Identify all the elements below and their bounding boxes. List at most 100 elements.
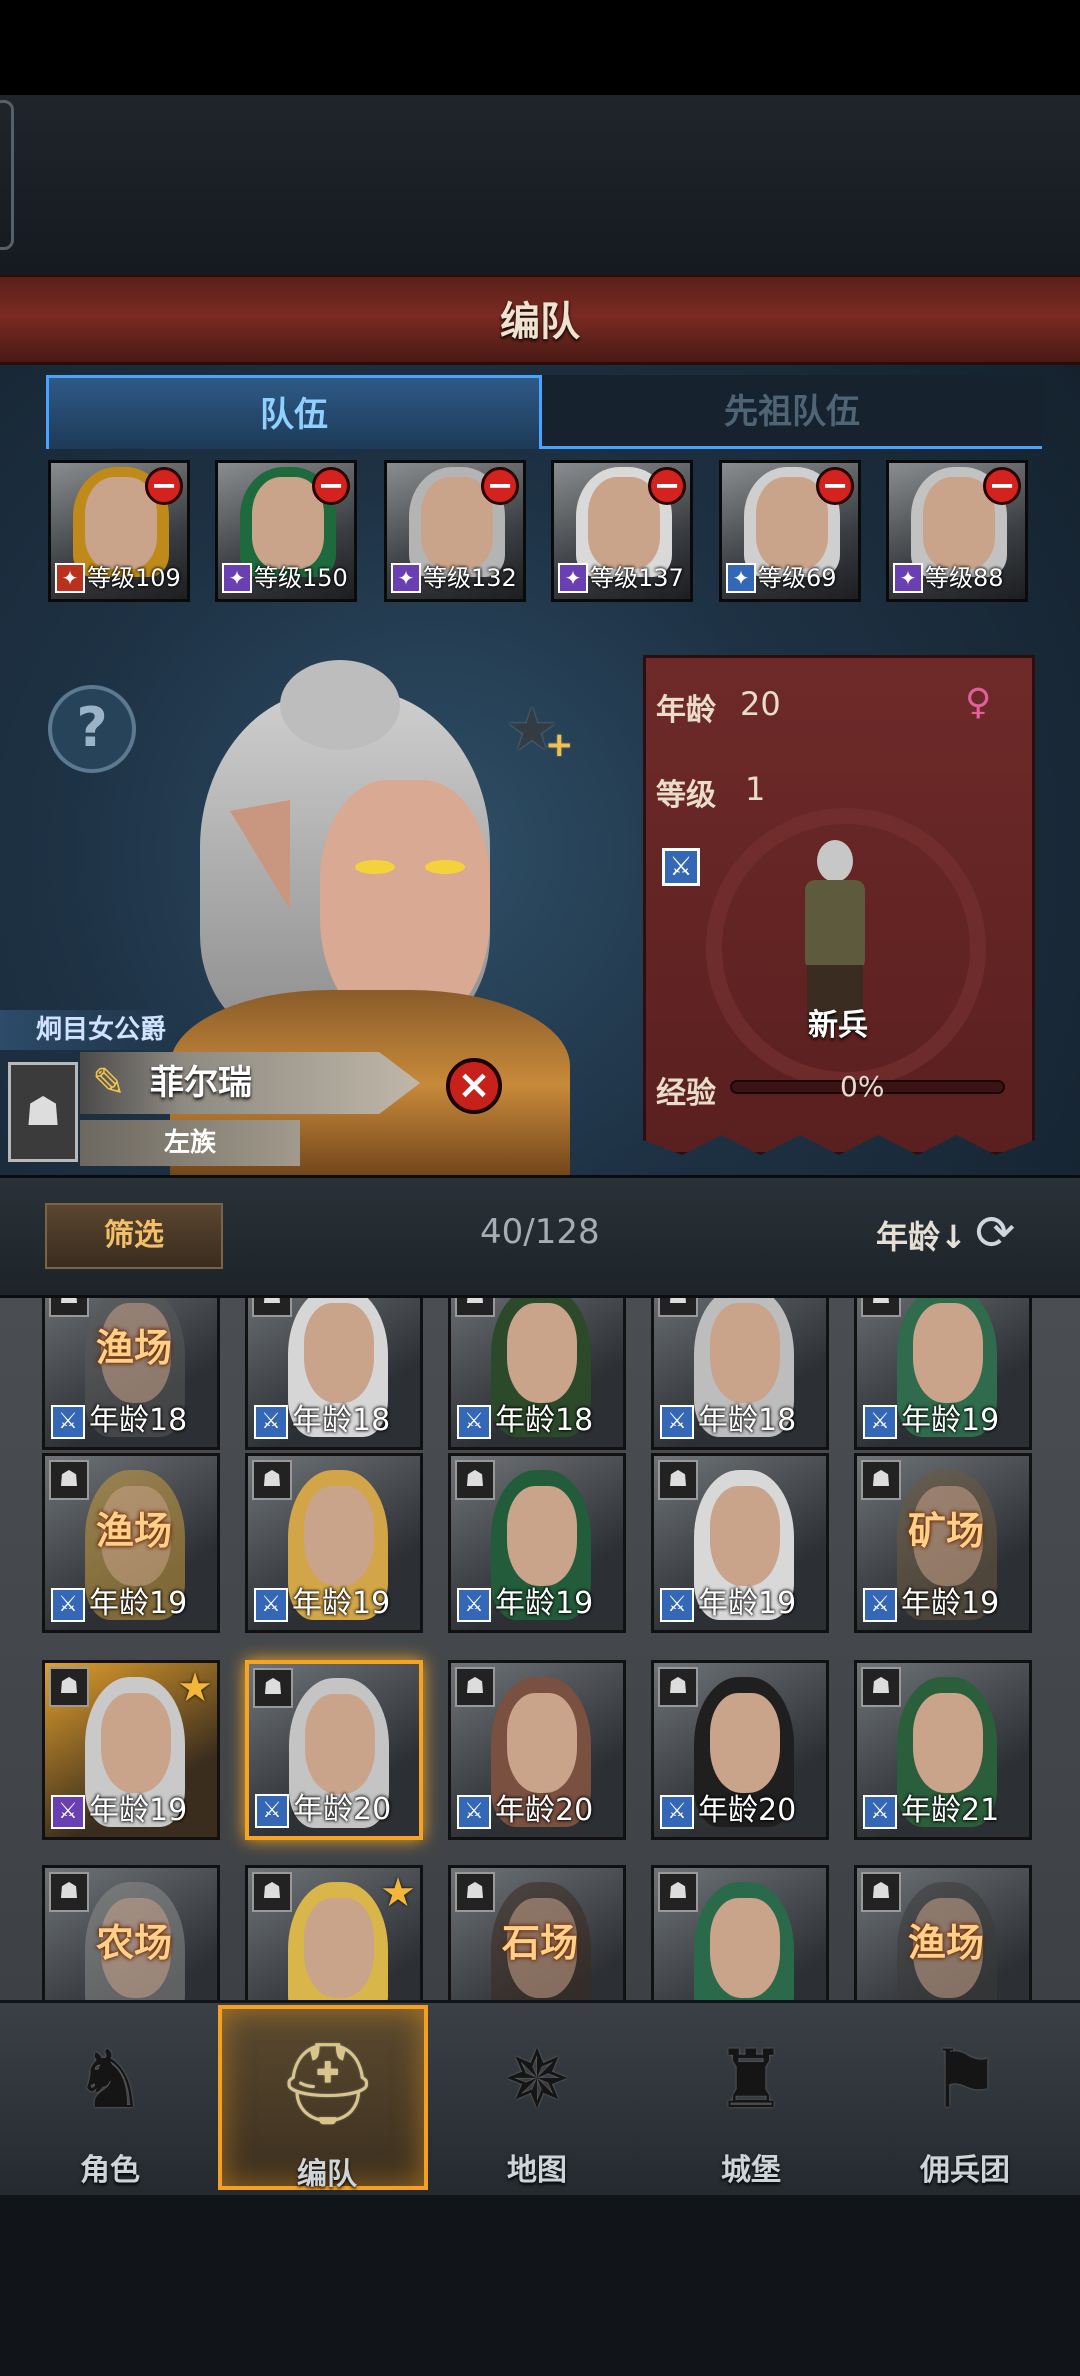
edit-name-icon[interactable]: ✎ bbox=[92, 1060, 142, 1106]
help-icon[interactable]: ? bbox=[48, 685, 136, 773]
exp-value: 0% bbox=[840, 1070, 885, 1103]
helmet-icon: ☗ bbox=[861, 1667, 901, 1707]
class-icon: ⚔ bbox=[863, 1405, 897, 1439]
class-icon: ✦ bbox=[391, 563, 421, 593]
team-slot[interactable]: − ✦ 等级109 bbox=[48, 460, 190, 602]
card-job: 农场 bbox=[95, 1921, 172, 1965]
card-age: 年龄21 bbox=[901, 1793, 1000, 1828]
compass-map-icon: ✵ bbox=[503, 2033, 571, 2126]
nav-label: 城堡 bbox=[721, 2153, 781, 2188]
star-icon: ★ bbox=[177, 1665, 213, 1711]
roster-card[interactable]: ☗ ★ bbox=[245, 1865, 423, 2000]
team-slot[interactable]: − ✦ 等级88 bbox=[886, 460, 1028, 602]
class-icon: ✦ bbox=[726, 563, 756, 593]
nav-item[interactable]: ♜ 城堡 bbox=[646, 2005, 856, 2190]
remove-member-icon[interactable]: − bbox=[145, 467, 183, 505]
remove-member-icon[interactable]: − bbox=[648, 467, 686, 505]
nav-label: 编队 bbox=[297, 2157, 357, 2192]
class-icon: ⚔ bbox=[863, 1588, 897, 1622]
remove-member-icon[interactable]: − bbox=[983, 467, 1021, 505]
roster-card[interactable]: ☗ ⚔年龄18 bbox=[245, 1298, 423, 1450]
tab-ancestor-team[interactable]: 先祖队伍 bbox=[542, 375, 1042, 449]
helmet-icon: ☗ bbox=[658, 1298, 698, 1317]
roster-card[interactable]: ☗ ⚔年龄18 bbox=[448, 1298, 626, 1450]
helmet-icon: ☗ bbox=[455, 1872, 495, 1912]
class-icon: ⚔ bbox=[660, 1795, 694, 1829]
helmet-emblem-icon: ☗ bbox=[8, 1062, 78, 1162]
roster-card[interactable]: ☗ 农场 bbox=[42, 1865, 220, 2000]
hero-tribe: 左族 bbox=[80, 1120, 300, 1166]
hero-name: 菲尔瑞 bbox=[150, 1063, 252, 1103]
remove-member-icon[interactable]: − bbox=[481, 467, 519, 505]
helmet-icon: ⛑ bbox=[277, 2037, 379, 2130]
helmet-icon: ☗ bbox=[658, 1460, 698, 1500]
roster-card[interactable]: ☗ ⚔年龄19 bbox=[854, 1298, 1032, 1450]
roster-card[interactable]: ☗ ⚔年龄18 渔场 bbox=[42, 1298, 220, 1450]
roster-card[interactable]: ☗ ⚔年龄18 bbox=[651, 1298, 829, 1450]
tab-team[interactable]: 队伍 bbox=[46, 375, 542, 449]
team-slot[interactable]: − ✦ 等级150 bbox=[215, 460, 357, 602]
member-level: 等级150 bbox=[254, 564, 348, 592]
bottom-area bbox=[0, 2195, 1080, 2376]
helmet-icon: ☗ bbox=[252, 1298, 292, 1317]
remove-member-icon[interactable]: − bbox=[816, 467, 854, 505]
star-icon: ★ bbox=[380, 1870, 416, 1916]
roster-grid: ☗⚔年龄18渔场☗⚔年龄18☗⚔年龄18☗⚔年龄18☗⚔年龄19☗⚔年龄19渔场… bbox=[0, 1298, 1080, 2000]
card-age: 年龄20 bbox=[293, 1792, 392, 1827]
team-slot[interactable]: − ✦ 等级132 bbox=[384, 460, 526, 602]
roster-card[interactable]: ☗ ⚔年龄19 bbox=[448, 1453, 626, 1633]
nav-item[interactable]: ⚑ 佣兵团 bbox=[860, 2005, 1070, 2190]
hero-title: 炯目女公爵 bbox=[0, 1010, 180, 1050]
side-handle[interactable] bbox=[0, 100, 14, 250]
member-level: 等级137 bbox=[590, 564, 684, 592]
team-slot[interactable]: − ✦ 等级137 bbox=[551, 460, 693, 602]
helmet-icon: ☗ bbox=[455, 1667, 495, 1707]
roster-card[interactable]: ☗ ⚔ 年龄20 bbox=[245, 1660, 423, 1840]
female-icon: ♀ bbox=[965, 682, 992, 723]
helmet-icon: ☗ bbox=[658, 1872, 698, 1912]
page-title: 编队 bbox=[500, 299, 580, 345]
nav-item[interactable]: ♞ 角色 bbox=[5, 2005, 215, 2190]
roster-card[interactable]: ☗ ⚔ 年龄21 bbox=[854, 1660, 1032, 1840]
helmet-icon: ☗ bbox=[861, 1872, 901, 1912]
card-age: 年龄20 bbox=[495, 1793, 594, 1828]
roster-card[interactable]: ☗ 石场 bbox=[448, 1865, 626, 2000]
roster-card[interactable]: ☗ 渔场 bbox=[854, 1865, 1032, 2000]
class-icon: ⚔ bbox=[457, 1405, 491, 1439]
helmet-icon: ☗ bbox=[455, 1298, 495, 1317]
class-icon: ⚔ bbox=[51, 1795, 85, 1829]
card-age: 年龄20 bbox=[698, 1793, 797, 1828]
roster-card[interactable]: ☗ ⚔ 年龄20 bbox=[651, 1660, 829, 1840]
roster-card[interactable]: ☗ ⚔年龄19 bbox=[245, 1453, 423, 1633]
top-panel bbox=[0, 95, 1080, 275]
unit-type: 新兵 bbox=[808, 1008, 868, 1043]
nav-item[interactable]: ⛑ 编队 bbox=[218, 2005, 428, 2192]
class-icon: ⚔ bbox=[660, 1588, 694, 1622]
roster-card[interactable]: ☗ bbox=[651, 1865, 829, 2000]
roster-card[interactable]: ☗ ⚔年龄19 bbox=[651, 1453, 829, 1633]
helmet-icon: ☗ bbox=[252, 1460, 292, 1500]
remove-member-icon[interactable]: − bbox=[312, 467, 350, 505]
class-icon: ⚔ bbox=[457, 1795, 491, 1829]
knight-icon: ♞ bbox=[74, 2033, 146, 2126]
roster-card[interactable]: ☗ ★ ⚔ 年龄19 bbox=[42, 1660, 220, 1840]
level-value: 1 bbox=[745, 770, 766, 808]
roster-card[interactable]: ☗ ⚔ 年龄20 bbox=[448, 1660, 626, 1840]
remove-hero-button[interactable]: × bbox=[446, 1058, 502, 1114]
nav-item[interactable]: ✵ 地图 bbox=[432, 2005, 642, 2190]
card-job: 渔场 bbox=[907, 1921, 984, 1965]
member-level: 等级132 bbox=[423, 564, 517, 592]
card-age: 年龄19 bbox=[901, 1586, 1000, 1621]
sort-by-age[interactable]: 年龄↓ bbox=[876, 1212, 967, 1258]
filter-button[interactable]: 筛选 bbox=[45, 1203, 223, 1269]
team-slot[interactable]: − ✦ 等级69 bbox=[719, 460, 861, 602]
card-age: 年龄19 bbox=[901, 1403, 1000, 1438]
member-level: 等级69 bbox=[758, 564, 837, 592]
helmet-icon: ☗ bbox=[49, 1667, 89, 1707]
card-job: 矿场 bbox=[907, 1509, 984, 1553]
roster-card[interactable]: ☗ ⚔ 年龄19 渔场 bbox=[42, 1453, 220, 1633]
roster-count: 40/128 bbox=[480, 1212, 600, 1252]
refresh-icon[interactable]: ⟳ bbox=[975, 1205, 1015, 1261]
card-job: 石场 bbox=[501, 1921, 578, 1965]
roster-card[interactable]: ☗ ⚔ 年龄19 矿场 bbox=[854, 1453, 1032, 1633]
